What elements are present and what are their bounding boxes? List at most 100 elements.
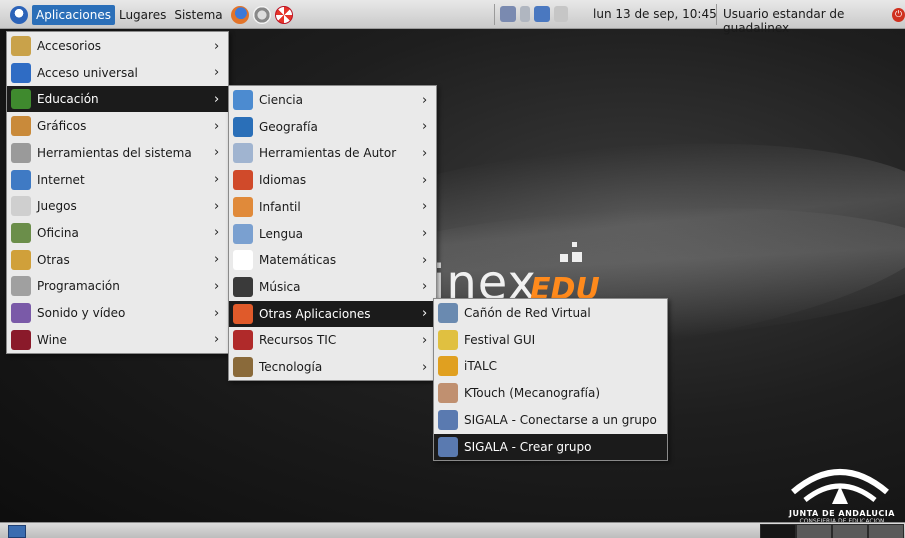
other-apps-submenu: Cañón de Red Virtual Festival GUI iTALC KTo… (433, 298, 668, 461)
education-menu-item[interactable]: Otras Aplicaciones › (229, 300, 436, 327)
submenu-arrow-icon: › (214, 145, 220, 161)
volume-icon[interactable] (554, 6, 568, 22)
top-panel: Aplicaciones Lugares Sistema lun 13 de s… (0, 0, 905, 35)
internet-icon (11, 169, 31, 190)
submenu-arrow-icon: › (422, 199, 428, 215)
applications-menu-item[interactable]: Otras › (7, 247, 228, 273)
applications-menu-item-label: Accesorios (37, 39, 102, 53)
applications-menu-item[interactable]: Programación › (7, 273, 228, 299)
applications-menu-item-label: Otras (37, 252, 70, 267)
user-menu[interactable]: Usuario estandar de guadalinex (723, 7, 905, 35)
applications-menu-item-label: Acceso universal (37, 65, 138, 80)
applications-menu-item[interactable]: Sonido y vídeo › (7, 300, 228, 326)
submenu-arrow-icon: › (422, 119, 428, 135)
sigala-create-icon (438, 436, 458, 457)
submenu-arrow-icon: › (214, 91, 220, 107)
education-menu-item[interactable]: Lengua › (229, 221, 436, 247)
submenu-arrow-icon: › (422, 306, 428, 322)
applications-menu-item-label: Educación (37, 92, 99, 107)
office-icon (11, 222, 31, 243)
education-menu-item-label: Recursos TIC (259, 333, 337, 348)
help-icon[interactable] (274, 6, 293, 24)
education-menu-item-label: Ciencia (259, 93, 303, 107)
applications-menu-item[interactable]: Acceso universal › (7, 60, 228, 86)
menu-sistema[interactable]: Sistema (170, 5, 226, 25)
education-menu-item[interactable]: Música › (229, 274, 436, 300)
other-apps-menu-item-label: Festival GUI (464, 332, 536, 347)
battery-icon[interactable] (520, 6, 530, 22)
virtual-projector-icon (438, 303, 458, 323)
applications-menu-item-label: Herramientas del sistema (37, 145, 192, 160)
education-menu-item-label: Tecnología (259, 360, 323, 374)
geography-icon (233, 116, 253, 137)
applications-menu-item[interactable]: Educación › (7, 86, 228, 113)
education-menu-item[interactable]: Geografía › (229, 114, 436, 140)
ktouch-icon (438, 383, 458, 404)
other-apps-menu-item[interactable]: Cañón de Red Virtual (434, 300, 667, 326)
festival-icon (438, 329, 458, 350)
applications-menu-item[interactable]: Oficina › (7, 220, 228, 246)
submenu-arrow-icon: › (422, 92, 428, 108)
education-menu-item[interactable]: Infantil › (229, 194, 436, 220)
shutdown-icon[interactable]: ⏻ (892, 8, 905, 22)
system-tray (500, 6, 568, 22)
education-menu-item[interactable]: Idiomas › (229, 167, 436, 193)
language-arts-icon (233, 223, 253, 244)
other-apps-menu-item[interactable]: KTouch (Mecanografía) (434, 380, 667, 406)
applications-menu-item-label: Sonido y vídeo (37, 306, 126, 320)
other-apps-menu-item[interactable]: Festival GUI (434, 327, 667, 353)
clock[interactable]: lun 13 de sep, 10:45 (593, 7, 717, 21)
other-apps-menu-item[interactable]: SIGALA - Conectarse a un grupo (434, 407, 667, 433)
applications-menu-item[interactable]: Wine › (7, 327, 228, 353)
submenu-arrow-icon: › (214, 252, 220, 268)
languages-icon (233, 170, 253, 191)
education-menu-item-label: Idiomas (259, 173, 307, 188)
education-menu-item[interactable]: Recursos TIC › (229, 327, 436, 353)
other-icon (11, 249, 31, 270)
workspace-3[interactable] (832, 524, 868, 538)
panel-menubar: Aplicaciones Lugares Sistema (10, 5, 293, 25)
other-apps-menu-item[interactable]: SIGALA - Crear grupo (434, 433, 667, 460)
other-apps-menu-item-label: SIGALA - Crear grupo (464, 439, 592, 454)
show-desktop-icon[interactable] (8, 525, 26, 538)
firefox-icon[interactable] (230, 6, 249, 24)
menu-aplicaciones[interactable]: Aplicaciones (32, 5, 115, 25)
workspace-1[interactable] (760, 524, 796, 538)
education-menu-item-label: Lengua (259, 226, 304, 241)
education-menu-item[interactable]: Matemáticas › (229, 247, 436, 273)
distro-logo-icon[interactable] (10, 6, 28, 24)
education-menu-item-label: Infantil (259, 199, 301, 214)
applications-menu-item-label: Wine (37, 332, 67, 347)
education-menu-item-label: Geografía (259, 119, 318, 134)
panel-separator (716, 4, 717, 25)
network-icon[interactable] (252, 6, 271, 24)
applications-menu-item[interactable]: Gráficos › (7, 113, 228, 139)
other-apps-menu-item-label: Cañón de Red Virtual (464, 306, 591, 320)
children-icon (233, 196, 253, 217)
submenu-arrow-icon: › (214, 65, 220, 81)
education-menu-item[interactable]: Ciencia › (229, 87, 436, 113)
submenu-arrow-icon: › (214, 225, 220, 241)
menu-lugares[interactable]: Lugares (115, 5, 170, 25)
workspace-2[interactable] (796, 524, 832, 538)
applications-menu-item[interactable]: Herramientas del sistema › (7, 140, 228, 166)
applet-icon[interactable] (500, 6, 516, 22)
education-menu-item[interactable]: Herramientas de Autor › (229, 140, 436, 166)
submenu-arrow-icon: › (214, 278, 220, 294)
bottom-panel (0, 522, 905, 538)
applications-menu-item[interactable]: Accesorios › (7, 33, 228, 59)
wine-icon (11, 329, 31, 350)
submenu-arrow-icon: › (422, 359, 428, 375)
programming-icon (11, 276, 31, 297)
submenu-arrow-icon: › (422, 332, 428, 348)
network-status-icon[interactable] (534, 6, 550, 22)
applications-menu-item[interactable]: Juegos › (7, 193, 228, 219)
workspace-4[interactable] (868, 524, 904, 538)
other-apps-menu-item-label: SIGALA - Conectarse a un grupo (464, 412, 657, 427)
other-apps-menu-item[interactable]: iTALC (434, 353, 667, 379)
applications-menu-item-label: Juegos (37, 199, 77, 214)
italc-icon (438, 356, 458, 377)
applications-menu-item-label: Programación (37, 279, 120, 294)
education-menu-item[interactable]: Tecnología › (229, 354, 436, 380)
applications-menu-item[interactable]: Internet › (7, 167, 228, 193)
